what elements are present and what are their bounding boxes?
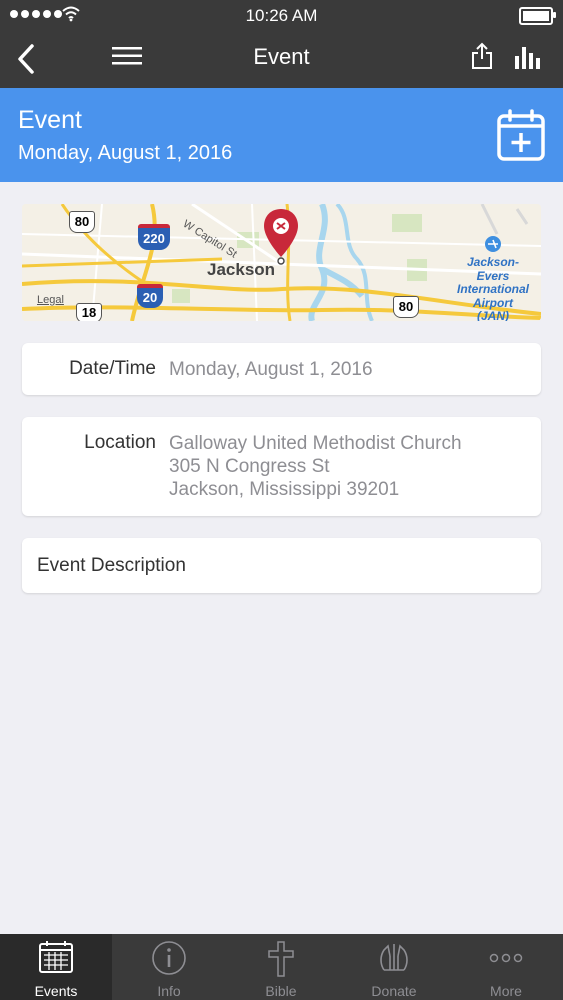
tab-info[interactable]: Info: [113, 934, 225, 1000]
tab-bar: Events Info Bible Donate More: [0, 934, 563, 1000]
praying-hands-icon: [380, 944, 408, 971]
location-label: Location: [84, 432, 156, 453]
battery-icon: [519, 7, 556, 25]
tab-events[interactable]: Events: [0, 934, 112, 1000]
cross-icon: [268, 941, 294, 977]
tab-events-label: Events: [34, 983, 78, 999]
datetime-label: Date/Time: [69, 358, 156, 379]
navigation-bar: Event: [0, 30, 563, 88]
tab-bible-label: Bible: [265, 983, 297, 999]
info-icon: [152, 941, 186, 975]
tab-info-label: Info: [157, 983, 181, 999]
us-route-shield: 80: [69, 211, 95, 233]
location-map[interactable]: 80 220 20 18 80 W Capitol St Jackson Leg…: [22, 204, 541, 321]
location-card[interactable]: Location Galloway United Methodist Churc…: [22, 417, 541, 516]
datetime-value: Monday, August 1, 2016: [169, 359, 373, 380]
stats-icon[interactable]: [514, 44, 542, 70]
event-date: Monday, August 1, 2016: [18, 142, 233, 164]
description-label: Event Description: [37, 555, 186, 576]
tab-more-label: More: [490, 983, 522, 999]
event-title: Event: [18, 106, 82, 134]
datetime-card: Date/Time Monday, August 1, 2016: [22, 343, 541, 395]
tab-donate-label: Donate: [371, 983, 417, 999]
us-route-shield: 80: [393, 296, 419, 318]
status-bar: 10:26 AM: [0, 0, 563, 30]
interstate-shield: 20: [137, 284, 163, 308]
more-dots-icon: [489, 953, 523, 963]
tab-more[interactable]: More: [450, 934, 562, 1000]
share-icon[interactable]: [471, 42, 493, 70]
description-card[interactable]: Event Description: [22, 538, 541, 593]
tab-donate[interactable]: Donate: [338, 934, 450, 1000]
us-route-shield: 18: [76, 303, 102, 321]
status-time: 10:26 AM: [245, 6, 318, 25]
map-legal-link[interactable]: Legal: [37, 294, 64, 306]
location-address: Galloway United Methodist Church 305 N C…: [169, 433, 462, 500]
add-to-calendar-icon[interactable]: [497, 109, 545, 161]
map-pin-icon[interactable]: [262, 207, 300, 267]
airport-label: Jackson- Evers International Airport (JA…: [456, 255, 529, 321]
tab-bible[interactable]: Bible: [225, 934, 337, 1000]
interstate-shield: 220: [138, 224, 170, 250]
event-header: Event Monday, August 1, 2016: [0, 88, 563, 182]
calendar-icon: [39, 941, 73, 973]
